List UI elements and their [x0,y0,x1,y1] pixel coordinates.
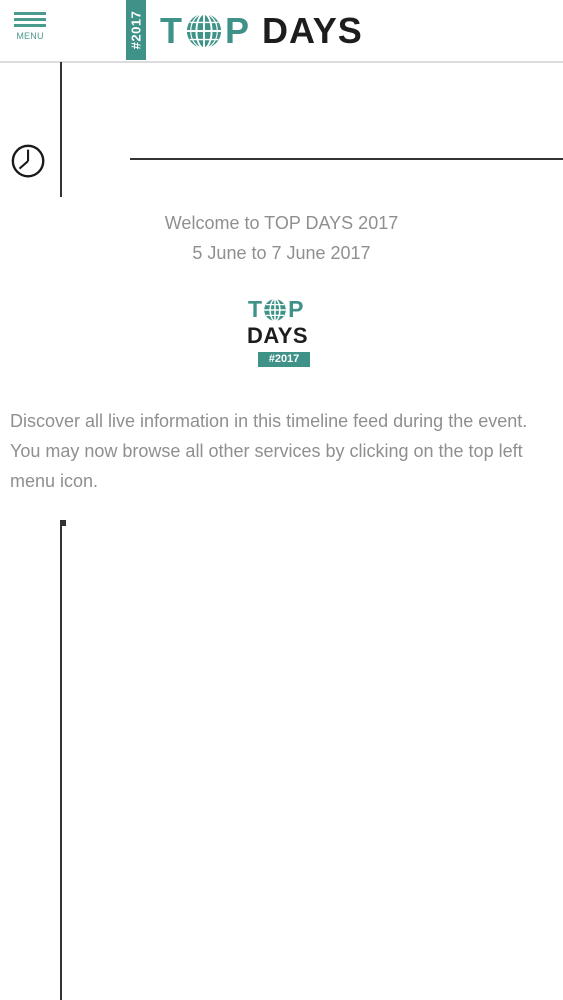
app-page: MENU #2017 T P DAYS Welcome to TOP DAYS … [0,0,563,1000]
event-logo-year: #2017 [258,352,310,367]
menu-icon-bar [14,12,46,15]
menu-label: MENU [16,31,44,41]
menu-icon-bar [14,24,46,27]
intro-text: Discover all live information in this ti… [10,411,528,491]
brand-letter-t: T [160,10,183,51]
brand-days: DAYS [262,10,363,51]
top-header: MENU #2017 T P DAYS [0,0,563,63]
logo-letter-t: T [248,296,263,322]
timeline-line [60,62,62,197]
logo-letter-p: P [288,296,304,322]
brand-logo[interactable]: T P DAYS [160,8,363,54]
clock-icon [11,144,45,178]
welcome-block: Welcome to TOP DAYS 2017 5 June to 7 Jun… [0,208,563,268]
brand-letter-p: P [225,10,251,51]
event-logo: T P DAYS #2017 [244,296,324,372]
globe-icon [264,297,286,322]
welcome-title: Welcome to TOP DAYS 2017 [164,213,399,233]
event-dates: 5 June to 7 June 2017 [192,243,371,263]
menu-icon-bar [14,18,46,21]
menu-button[interactable]: MENU [8,10,52,50]
timeline-line [60,523,62,1000]
timeline-divider [130,158,563,160]
globe-icon [186,12,222,50]
event-logo-top: T P [248,296,303,323]
year-tab-label: #2017 [128,10,144,50]
year-tab: #2017 [126,0,146,60]
event-logo-days: DAYS [247,323,309,348]
